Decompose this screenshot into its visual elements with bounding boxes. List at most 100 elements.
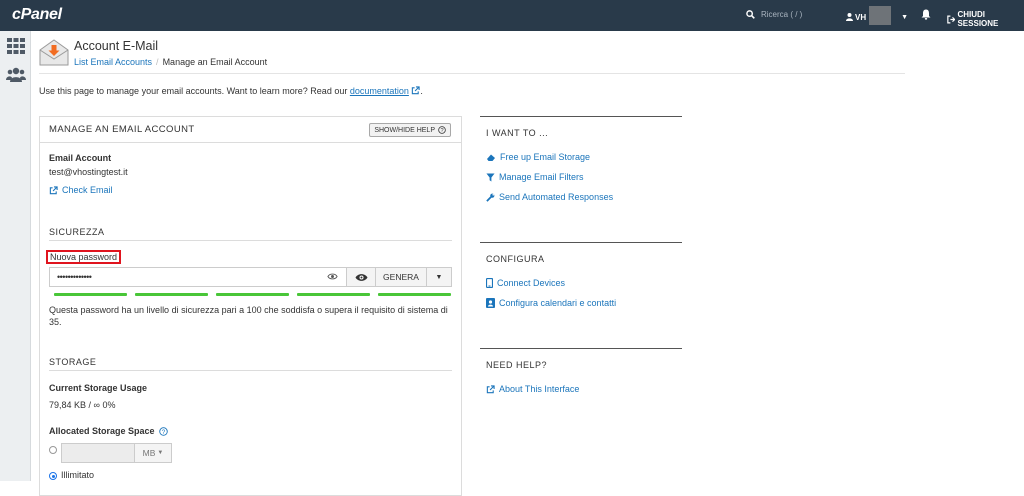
- custom-quota-radio[interactable]: [49, 446, 57, 454]
- configure-title: CONFIGURA: [486, 254, 545, 264]
- email-account-label: Email Account: [49, 153, 112, 163]
- storage-section-title: STORAGE: [49, 357, 97, 367]
- manage-filters-label[interactable]: Manage Email Filters: [499, 172, 584, 182]
- autoresponder-link[interactable]: Send Automated Responses: [486, 192, 613, 202]
- generate-password-button[interactable]: GENERA: [376, 268, 427, 286]
- external-link-icon: [486, 384, 495, 393]
- password-input[interactable]: •••••••••••••: [50, 268, 347, 286]
- i-want-to-section: I WANT TO ... Free up Email Storage Mana…: [480, 116, 682, 226]
- allocated-storage-label: Allocated Storage Space: [49, 426, 155, 436]
- autoresponder-label[interactable]: Send Automated Responses: [499, 192, 613, 202]
- eye-icon: [355, 273, 367, 281]
- free-up-storage-label[interactable]: Free up Email Storage: [500, 152, 590, 162]
- need-help-title: NEED HELP?: [486, 360, 548, 370]
- breadcrumb-link-list-email-accounts[interactable]: List Email Accounts: [74, 57, 152, 67]
- username: VH: [855, 12, 867, 22]
- quota-input[interactable]: [61, 443, 135, 463]
- breadcrumb-current: Manage an Email Account: [162, 57, 268, 67]
- username-redaction: [869, 6, 892, 25]
- breadcrumb-separator: /: [156, 57, 159, 67]
- search-icon: [746, 10, 755, 19]
- documentation-link[interactable]: documentation: [350, 86, 409, 96]
- left-sidebar: [0, 31, 31, 481]
- check-email-link[interactable]: Check Email: [49, 185, 113, 195]
- panel-header: MANAGE AN EMAIL ACCOUNT SHOW/HIDE HELP ?: [40, 117, 461, 143]
- mobile-icon: [486, 278, 493, 288]
- filter-icon: [486, 172, 495, 182]
- connect-devices-label[interactable]: Connect Devices: [497, 278, 565, 288]
- intro-end: .: [420, 86, 423, 96]
- storage-usage-label: Current Storage Usage: [49, 383, 148, 393]
- calendars-contacts-link[interactable]: Configura calendari e contatti: [486, 298, 616, 308]
- section-divider: [480, 116, 682, 117]
- search-box[interactable]: Ricerca ( / ): [746, 10, 802, 19]
- connect-devices-link[interactable]: Connect Devices: [486, 278, 565, 288]
- strength-segment: [378, 293, 451, 296]
- wrench-icon: [486, 193, 495, 202]
- about-interface-link[interactable]: About This Interface: [486, 384, 579, 394]
- grid-icon[interactable]: [7, 38, 25, 54]
- page-title: Account E-Mail: [74, 39, 159, 53]
- storage-usage-value: 79,84 KB / ∞ 0%: [49, 400, 116, 410]
- quota-stepper: MB ▼: [61, 443, 172, 463]
- i-want-to-title: I WANT TO ...: [486, 128, 549, 138]
- question-icon: ?: [438, 126, 446, 134]
- unlimited-quota-radio[interactable]: [49, 472, 57, 480]
- calendars-contacts-label[interactable]: Configura calendari e contatti: [499, 298, 616, 308]
- generate-options-dropdown[interactable]: ▼: [427, 268, 451, 286]
- password-value: •••••••••••••: [57, 272, 92, 282]
- logout-button[interactable]: CHIUDI SESSIONE: [947, 10, 1024, 28]
- svg-text:?: ?: [440, 128, 443, 134]
- user-icon: [846, 13, 853, 21]
- check-email-label[interactable]: Check Email: [62, 185, 113, 195]
- unlimited-label: Illimitato: [61, 470, 95, 480]
- section-divider: [480, 242, 682, 243]
- new-password-label: Nuova password: [46, 250, 122, 264]
- strength-segment: [297, 293, 370, 296]
- top-bar: cPanel Ricerca ( / ) VH ▼ CHIUDI SESSION…: [0, 0, 1024, 31]
- allocated-storage-label-group: Allocated Storage Space ?: [49, 426, 168, 436]
- strength-segment: [216, 293, 289, 296]
- search-placeholder[interactable]: Ricerca ( / ): [761, 10, 802, 19]
- about-interface-label[interactable]: About This Interface: [499, 384, 579, 394]
- help-button-label: SHOW/HIDE HELP: [374, 126, 435, 134]
- panel-title: MANAGE AN EMAIL ACCOUNT: [49, 124, 195, 135]
- header-divider: [39, 73, 905, 74]
- chevron-down-icon: ▼: [901, 13, 909, 21]
- contact-card-icon: [486, 298, 495, 308]
- intro-text-body: Use this page to manage your email accou…: [39, 86, 350, 96]
- question-icon[interactable]: ?: [158, 426, 168, 436]
- svg-text:?: ?: [161, 428, 165, 435]
- logout-label: CHIUDI SESSIONE: [957, 10, 999, 28]
- password-label-box: Nuova password: [46, 250, 122, 264]
- breadcrumb: List Email Accounts / Manage an Email Acco…: [74, 57, 267, 67]
- manage-filters-link[interactable]: Manage Email Filters: [486, 172, 584, 182]
- cpanel-logo[interactable]: cPanel: [12, 6, 62, 24]
- security-section-title: SICUREZZA: [49, 227, 105, 237]
- section-divider: [480, 348, 682, 349]
- show-hide-help-button[interactable]: SHOW/HIDE HELP ?: [369, 123, 451, 137]
- password-strength-meter: [54, 293, 451, 296]
- intro-text: Use this page to manage your email accou…: [39, 86, 423, 96]
- storage-divider: [49, 370, 452, 371]
- toggle-password-visibility-button[interactable]: [347, 268, 376, 286]
- strength-segment: [54, 293, 127, 296]
- users-icon[interactable]: [6, 67, 26, 82]
- bell-icon[interactable]: [921, 9, 931, 20]
- email-account-value: test@vhostingtest.it: [49, 167, 128, 177]
- password-field-group: ••••••••••••• GENERA ▼: [49, 267, 452, 287]
- strength-segment: [135, 293, 208, 296]
- manage-email-panel: MANAGE AN EMAIL ACCOUNT SHOW/HIDE HELP ?…: [39, 116, 462, 496]
- quota-unit-label: MB: [142, 448, 156, 458]
- eye-icon[interactable]: [327, 272, 338, 281]
- password-strength-text: Questa password ha un livello di sicurez…: [49, 305, 448, 327]
- logout-icon: [947, 15, 956, 23]
- need-help-section: NEED HELP? About This Interface: [480, 348, 682, 408]
- chevron-down-icon: ▼: [157, 450, 164, 456]
- chevron-down-icon: ▼: [435, 273, 443, 281]
- security-divider: [49, 240, 452, 241]
- user-menu[interactable]: VH ▼: [846, 6, 909, 25]
- quota-unit-dropdown[interactable]: MB ▼: [135, 443, 172, 463]
- email-account-icon: [39, 39, 69, 66]
- free-up-storage-link[interactable]: Free up Email Storage: [486, 152, 590, 162]
